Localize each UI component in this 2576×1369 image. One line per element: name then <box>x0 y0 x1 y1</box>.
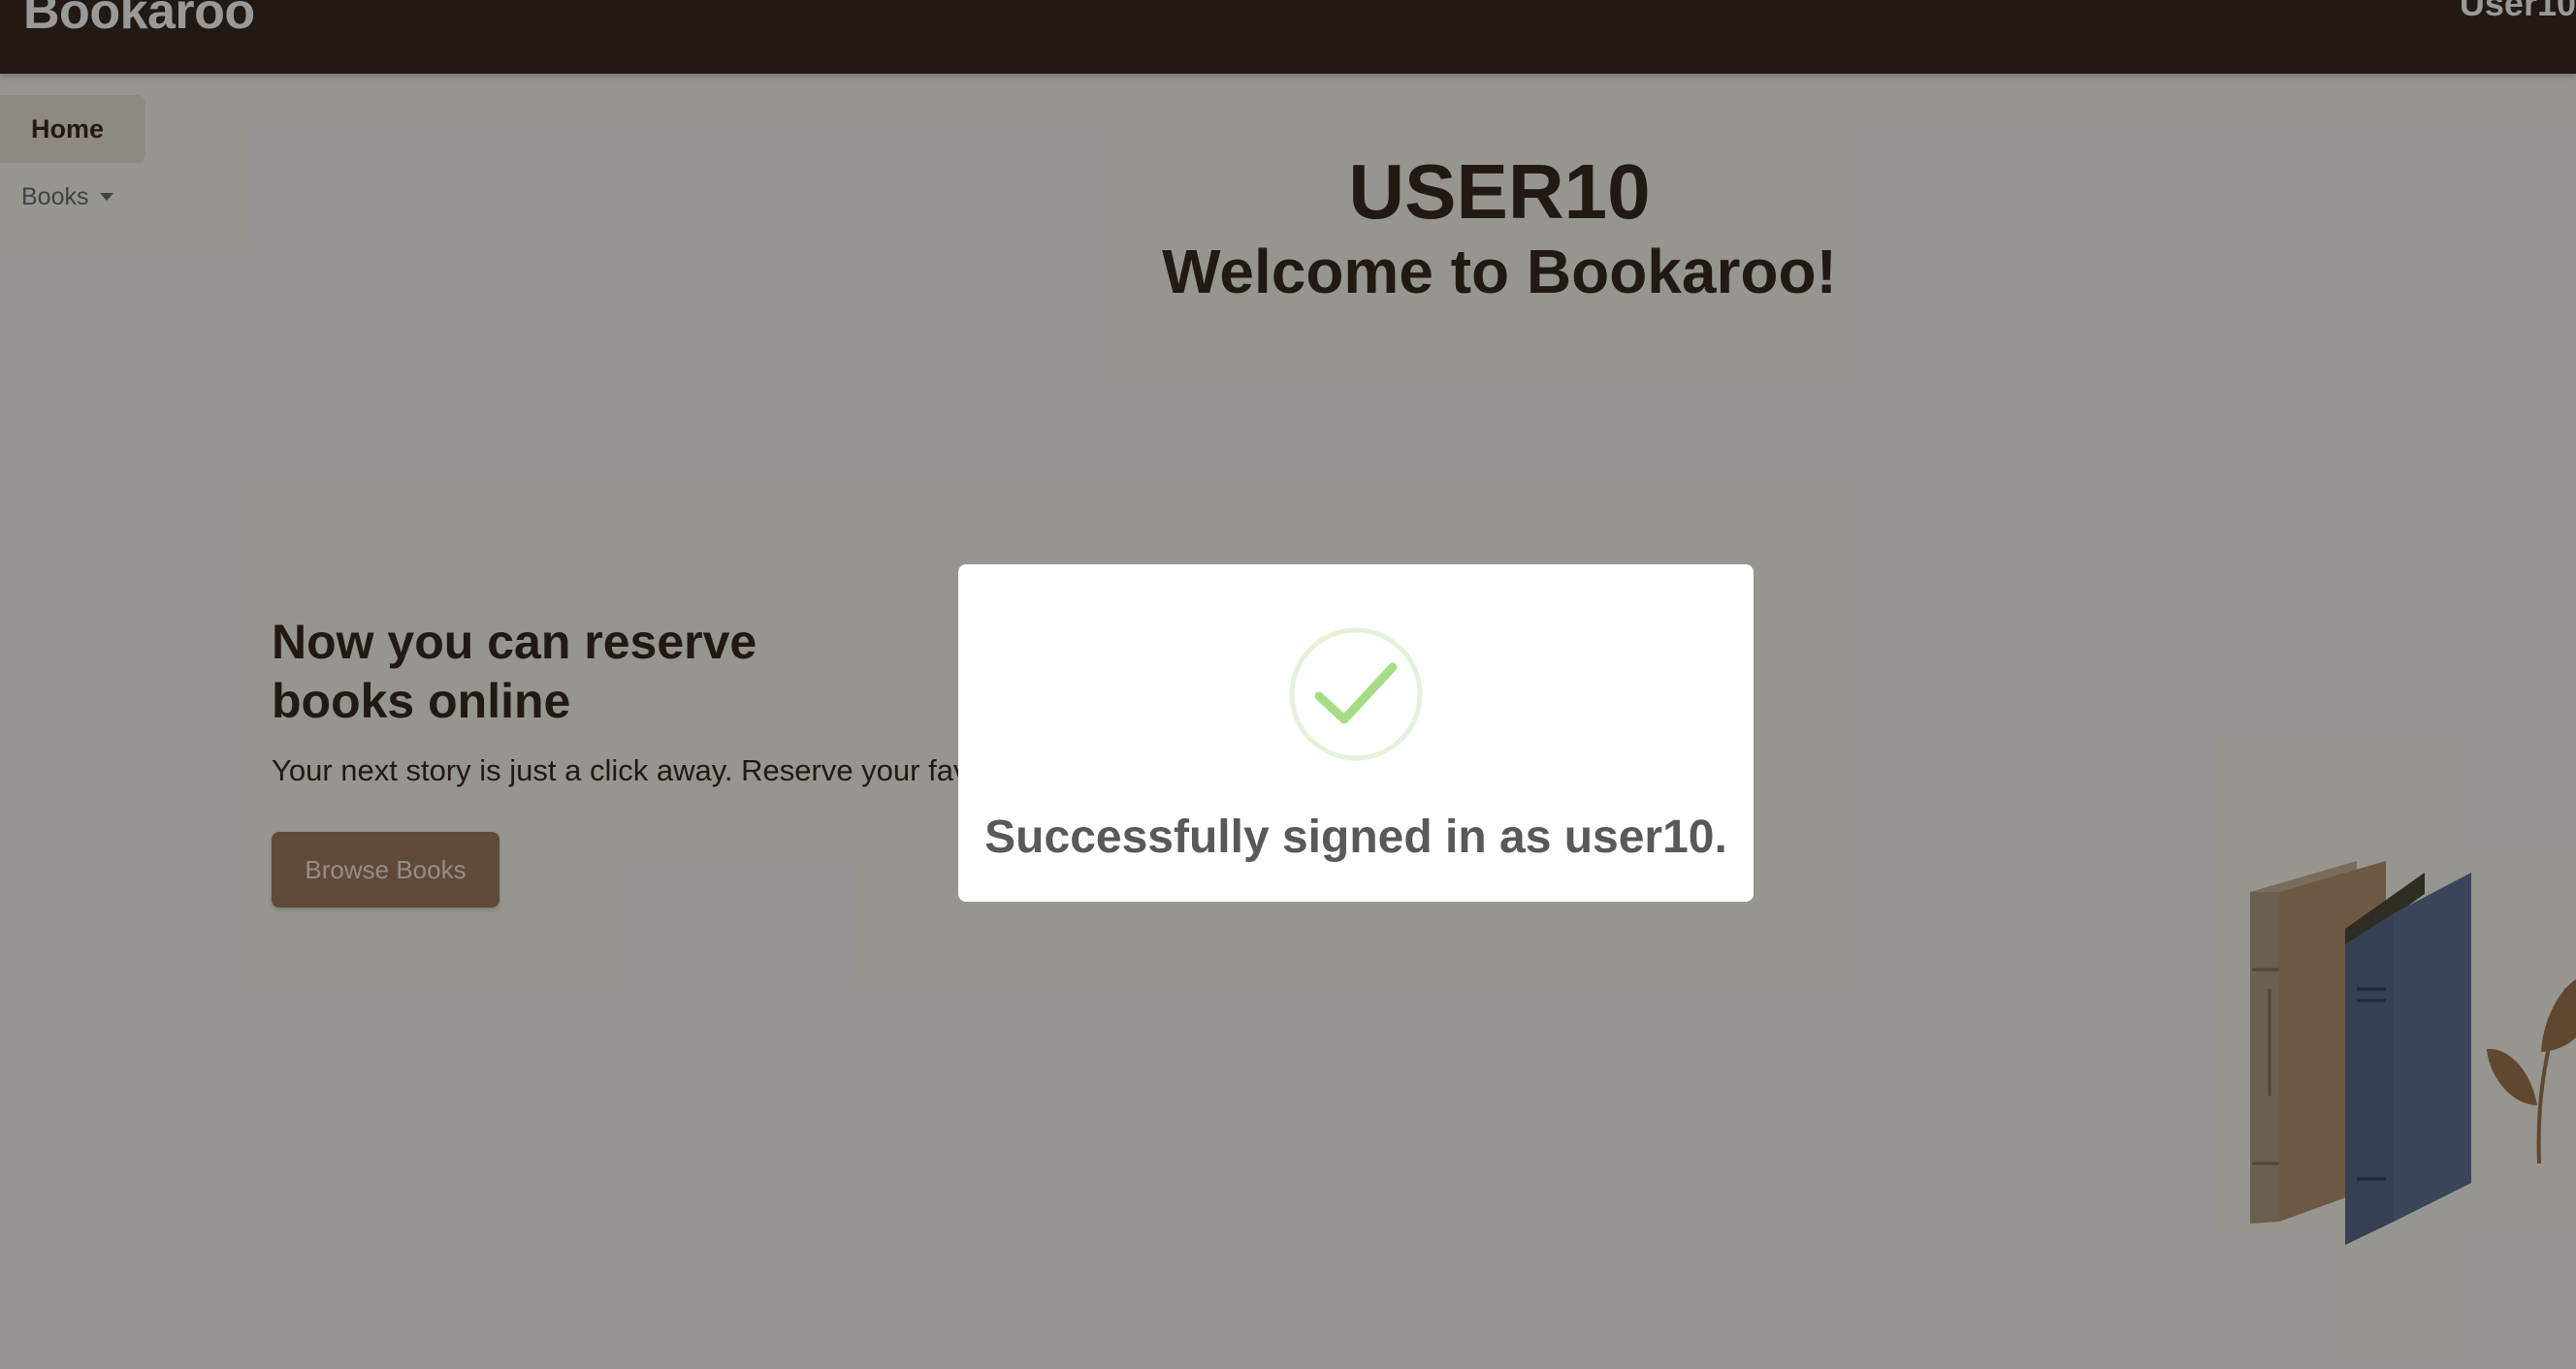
success-dialog: Successfully signed in as user10. <box>958 564 1754 902</box>
success-check-icon <box>1289 627 1423 761</box>
success-message: Successfully signed in as user10. <box>984 812 1727 863</box>
